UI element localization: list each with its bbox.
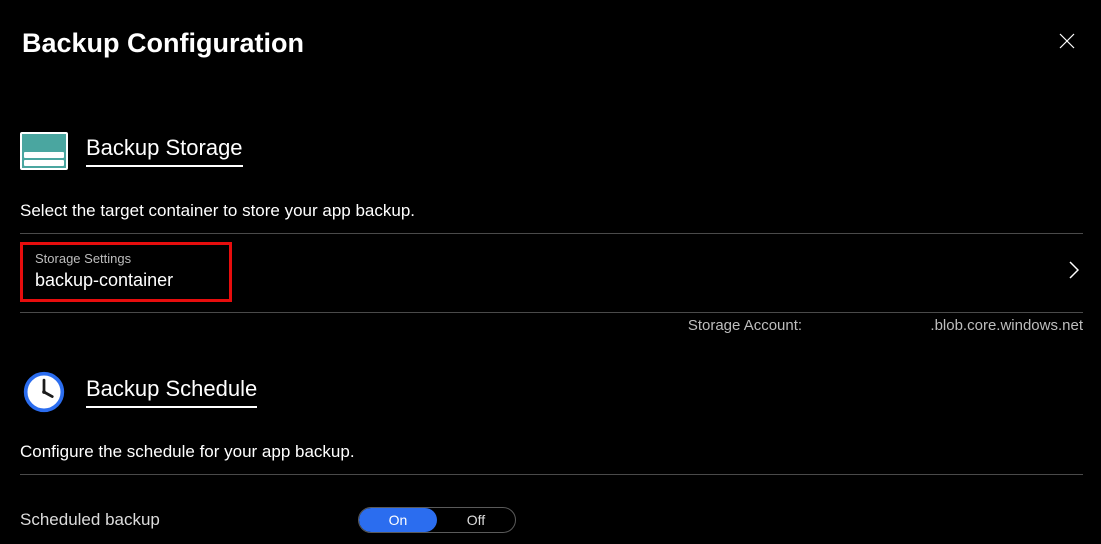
storage-account-display: Storage Account: .blob.core.windows.net	[20, 313, 1083, 334]
scheduled-backup-toggle[interactable]: On Off	[358, 507, 516, 533]
page-title: Backup Configuration	[22, 28, 304, 59]
storage-settings-highlight: Storage Settings backup-container	[20, 242, 232, 302]
storage-settings-label: Storage Settings	[35, 251, 219, 266]
close-icon	[1059, 33, 1075, 49]
backup-storage-title: Backup Storage	[86, 135, 243, 167]
storage-account-label: Storage Account:	[688, 317, 806, 334]
storage-settings-value: backup-container	[35, 270, 219, 291]
storage-icon	[20, 127, 68, 175]
toggle-option-on[interactable]: On	[359, 508, 437, 532]
scheduled-backup-label: Scheduled backup	[20, 510, 358, 530]
backup-schedule-title: Backup Schedule	[86, 376, 257, 408]
storage-account-suffix: .blob.core.windows.net	[930, 317, 1083, 334]
backup-storage-section: Backup Storage Select the target contain…	[20, 127, 1081, 334]
toggle-option-off[interactable]: Off	[437, 508, 515, 532]
backup-schedule-section: Backup Schedule Configure the schedule f…	[20, 368, 1081, 533]
close-button[interactable]	[1059, 32, 1079, 55]
clock-icon	[20, 368, 68, 416]
chevron-right-icon	[1069, 259, 1083, 285]
backup-schedule-description: Configure the schedule for your app back…	[20, 442, 1081, 466]
backup-storage-description: Select the target container to store you…	[20, 201, 1081, 225]
storage-settings-row[interactable]: Storage Settings backup-container	[20, 234, 1083, 313]
